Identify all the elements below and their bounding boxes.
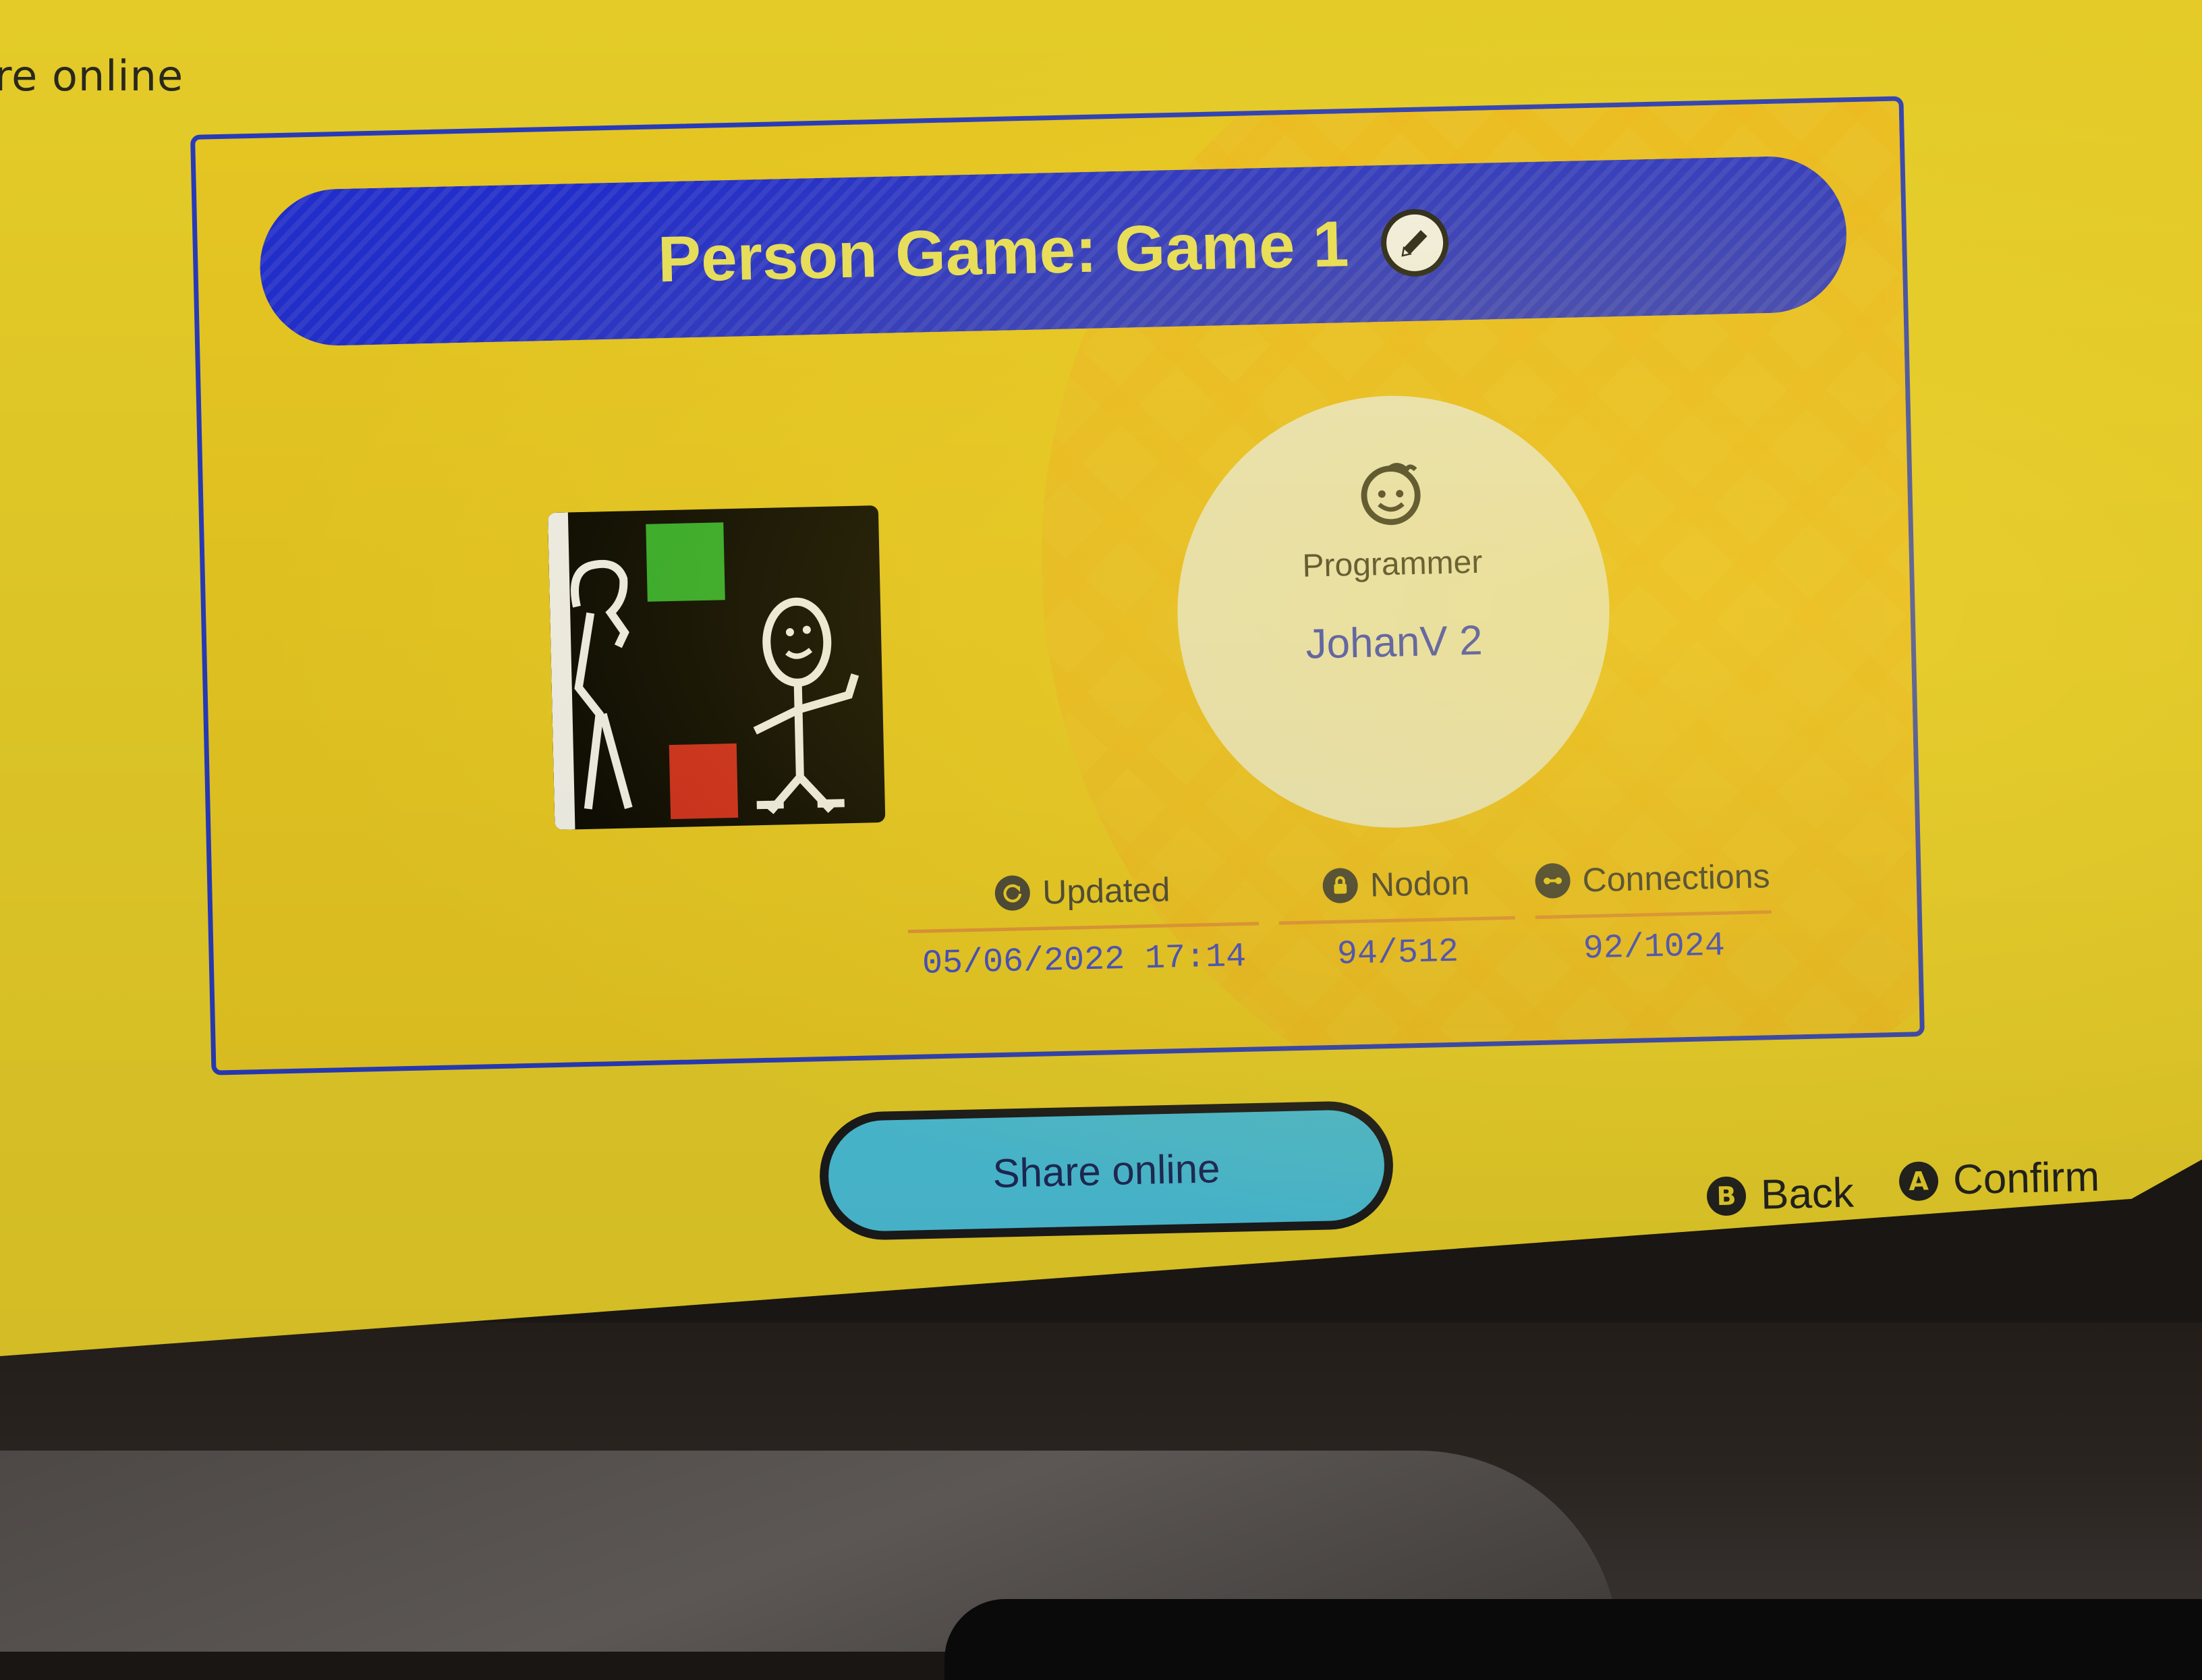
back-button[interactable]: B Back [1706,1169,1855,1221]
screen-title: re online [0,51,184,101]
confirm-button[interactable]: A Confirm [1898,1153,2100,1206]
divider [908,922,1259,934]
refresh-icon [994,875,1031,912]
b-button-icon: B [1706,1175,1747,1216]
edit-title-button[interactable] [1380,208,1450,277]
stat-updated-label: Updated [1042,870,1170,912]
thumbnail-image [547,512,859,831]
smiley-face-icon [1361,463,1421,526]
console-edge [944,1599,2202,1680]
stat-nodon-label: Nodon [1370,864,1470,904]
divider [1278,916,1515,925]
back-label: Back [1760,1169,1855,1219]
share-online-label: Share online [992,1145,1221,1196]
confirm-label: Confirm [1952,1153,2100,1204]
share-online-button[interactable]: Share online [818,1100,1395,1241]
game-info-card: Person Game: Game 1 Programmer JohanV 2 … [190,96,1925,1075]
game-title: Person Game: Game 1 [656,208,1350,296]
stat-updated-value: 05/06/2022 17:14 [922,937,1247,984]
stat-connections-value: 92/1024 [1583,926,1726,969]
game-thumbnail[interactable] [547,505,886,831]
stat-connections: Connections 92/1024 [1534,849,1773,970]
pencil-icon [1401,229,1428,257]
creator-name: JohanV 2 [1305,617,1484,668]
stat-updated: Updated 05/06/2022 17:14 [907,861,1260,984]
stat-nodon-value: 94/512 [1336,932,1459,974]
stat-connections-label: Connections [1581,857,1771,899]
game-screen: re online Person Game: Game 1 Programmer… [0,0,2202,1356]
divider [1535,910,1772,920]
creator-role-label: Programmer [1301,544,1483,584]
a-button-icon: A [1898,1160,1939,1201]
link-icon [1535,862,1571,899]
lock-icon [1322,868,1359,904]
stat-nodon: Nodon 94/512 [1278,856,1517,976]
